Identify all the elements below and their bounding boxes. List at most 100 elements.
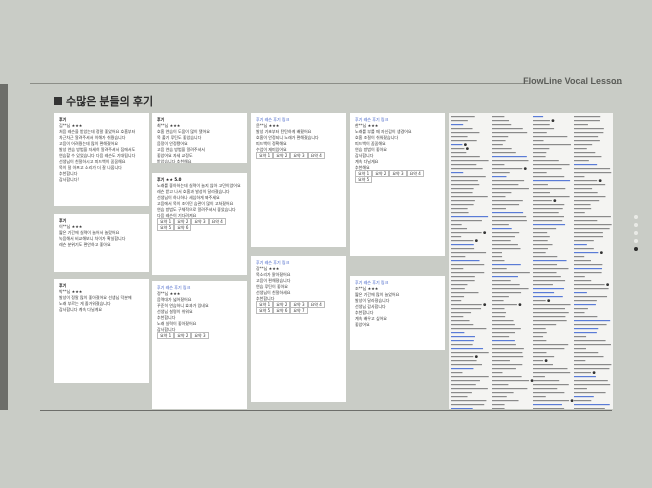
collage-text-mark [533, 152, 547, 154]
collage-text-mark [574, 368, 610, 370]
collage-text-mark [451, 204, 474, 206]
collage-text-mark [574, 344, 611, 346]
collage-text-mark [533, 204, 565, 206]
review-card: 후기 레슨 후기 링크 조**님 ★★★ 짧은 기간에 많이 늘었어요 발성이 달라졌… [350, 276, 445, 350]
collage-text-mark [533, 144, 571, 146]
collage-text-mark [574, 216, 611, 218]
collage-text-mark [574, 300, 597, 302]
collage-text-mark [492, 160, 529, 162]
collage-text-mark [451, 252, 487, 254]
collage-text-mark [451, 356, 474, 358]
collage-text-mark [574, 380, 608, 382]
review-line: 요약 5 [256, 307, 274, 314]
collage-text-mark [574, 312, 585, 314]
collage-text-mark [574, 308, 588, 310]
collage-text-mark [451, 300, 462, 302]
review-line: 요약 3 [389, 170, 407, 177]
review-line: 요약 2 [273, 152, 291, 159]
collage-text-mark [492, 356, 524, 358]
collage-text-mark [533, 284, 553, 286]
collage-text-mark [533, 268, 569, 270]
pagination-dot[interactable] [634, 215, 638, 219]
collage-text-mark [533, 304, 571, 306]
collage-text-mark [533, 360, 544, 362]
collage-text-mark [492, 288, 529, 290]
collage-text-mark [533, 308, 566, 310]
collage-avatar-mark [464, 143, 467, 146]
collage-text-mark [533, 208, 563, 210]
collage-text-mark [492, 268, 507, 270]
collage-text-mark [533, 236, 550, 238]
collage-text-mark [533, 252, 546, 254]
collage-text-mark [451, 228, 468, 230]
collage-text-mark [533, 148, 550, 150]
review-line: 요약 7 [290, 307, 308, 314]
collage-text-mark [533, 364, 553, 366]
collage-text-mark [492, 380, 530, 382]
collage-text-mark [533, 140, 544, 142]
collage-text-mark [451, 396, 468, 398]
collage-text-mark [451, 180, 478, 182]
collage-text-mark [492, 384, 509, 386]
collage-text-mark [451, 312, 472, 314]
collage-text-mark [533, 276, 561, 278]
collage-avatar-mark [606, 283, 610, 286]
collage-text-mark [533, 180, 571, 182]
collage-text-mark [574, 256, 585, 258]
collage-text-mark [451, 332, 465, 334]
collage-text-mark [574, 292, 587, 294]
section-title-text: 수많은 분들의 후기 [66, 96, 154, 108]
collage-text-mark [492, 248, 521, 250]
collage-text-mark [492, 264, 521, 266]
collage-text-mark [533, 248, 548, 250]
collage-text-mark [492, 116, 505, 118]
collage-text-mark [533, 352, 547, 354]
pagination-dots [634, 215, 638, 251]
collage-text-mark [492, 364, 523, 366]
pagination-dot[interactable] [634, 223, 638, 227]
review-card: 후기 김**님 ★★★ 처음 레슨을 받았는데 정말 좋았어요 호흡부터 차근차근 … [54, 113, 149, 206]
collage-text-mark [574, 260, 591, 262]
collage-text-mark [574, 288, 609, 290]
collage-text-mark [492, 236, 515, 238]
collage-text-mark [574, 268, 603, 270]
collage-text-mark [492, 128, 523, 130]
collage-text-mark [492, 348, 524, 350]
collage-text-mark [451, 376, 489, 378]
collage-text-mark [533, 348, 565, 350]
collage-text-mark [492, 256, 503, 258]
collage-text-mark [574, 236, 604, 238]
collage-text-mark [492, 220, 527, 222]
collage-text-mark [451, 304, 482, 306]
pagination-dot[interactable] [634, 247, 638, 251]
review-line: 요약 1 [256, 152, 274, 159]
collage-text-mark [451, 172, 464, 174]
collage-text-mark [533, 176, 565, 178]
footer-divider [40, 410, 612, 411]
collage-text-mark [492, 176, 507, 178]
collage-text-mark [574, 172, 612, 174]
collage-text-mark [533, 168, 562, 170]
collage-text-mark [451, 380, 480, 382]
collage-text-mark [574, 280, 592, 282]
pagination-dot[interactable] [634, 239, 638, 243]
collage-text-mark [533, 184, 548, 186]
collage-text-mark [451, 360, 477, 362]
collage-text-mark [574, 156, 602, 158]
pagination-dot[interactable] [634, 231, 638, 235]
collage-text-mark [574, 336, 587, 338]
collage-text-mark [574, 364, 612, 366]
collage-text-mark [451, 212, 469, 214]
collage-text-mark [533, 228, 557, 230]
collage-text-mark [574, 196, 606, 198]
collage-text-mark [574, 324, 607, 326]
review-line: 요약 2 [372, 170, 390, 177]
left-accent-bar [0, 84, 8, 410]
collage-text-mark [492, 392, 514, 394]
collage-text-mark [574, 192, 598, 194]
collage-text-mark [574, 144, 593, 146]
review-line: 요약 5 [157, 224, 175, 231]
collage-avatar-mark [592, 371, 596, 374]
collage-text-mark [574, 116, 601, 118]
collage-text-mark [492, 312, 507, 314]
